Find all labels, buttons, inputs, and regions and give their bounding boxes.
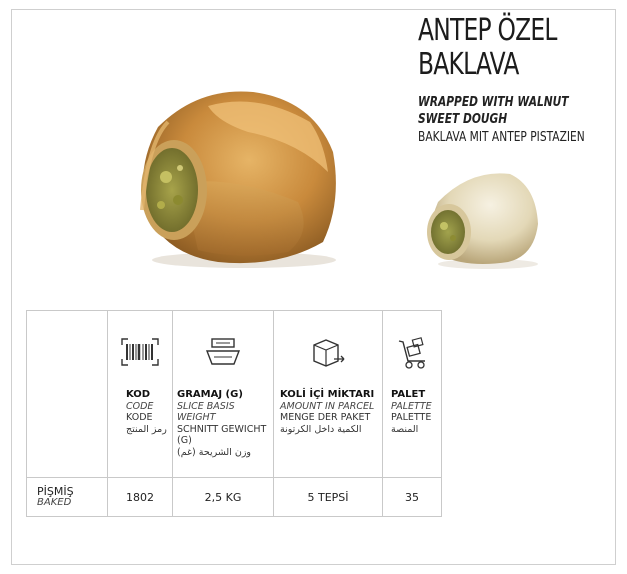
header-parcel-label: KOLİ İÇİ MİKTARI <box>280 389 375 400</box>
barcode-icon <box>120 337 160 372</box>
header-weight-text: GRAMAJ (G) SLICE BASIS WEIGHT SCHNITT GE… <box>177 389 271 458</box>
header-code-de: KODE <box>126 412 153 423</box>
box-icon <box>308 337 348 374</box>
subtitle-de: BAKLAVA MIT ANTEP PISTAZIEN <box>418 130 585 145</box>
header-weight-en: SLICE BASIS WEIGHT <box>177 400 235 424</box>
subtitle-en-1: WRAPPED WITH WALNUT <box>418 95 569 110</box>
scale-icon <box>203 337 243 372</box>
spec-table: KOD CODE KODE رمز المنتج GRAMAJ (G) SLIC… <box>26 310 442 517</box>
header-weight-ar: وزن الشريحة (غم) <box>177 446 252 458</box>
cell-weight: 2,5 KG <box>172 477 274 517</box>
table-row: PİŞMİŞ BAKED 1802 2,5 KG 5 TEPSİ 35 <box>26 477 442 517</box>
header-weight: GRAMAJ (G) SLICE BASIS WEIGHT SCHNITT GE… <box>172 310 274 478</box>
header-parcel: KOLİ İÇİ MİKTARI AMOUNT IN PARCEL MENGE … <box>273 310 383 478</box>
header-pallet-text: PALET PALETTE PALETTE المنصة <box>391 389 439 435</box>
header-code-label: KOD <box>126 389 151 400</box>
header-pallet-ar: المنصة <box>391 423 419 435</box>
baklava-large-image <box>128 82 346 270</box>
row-label-en: BAKED <box>37 497 72 508</box>
header-code-en: CODE <box>126 400 154 412</box>
row-label: PİŞMİŞ <box>37 485 74 498</box>
title-line-1: ANTEP ÖZEL <box>418 13 557 48</box>
header-parcel-de: MENGE DER PAKET <box>280 412 371 423</box>
header-parcel-text: KOLİ İÇİ MİKTARI AMOUNT IN PARCEL MENGE … <box>280 389 380 435</box>
table-header-row: KOD CODE KODE رمز المنتج GRAMAJ (G) SLIC… <box>26 310 442 478</box>
cell-pallet: 35 <box>382 477 442 517</box>
header-weight-de: SCHNITT GEWICHT (G) <box>177 423 267 447</box>
cell-parcel: 5 TEPSİ <box>273 477 383 517</box>
header-code-ar: رمز المنتج <box>126 423 167 435</box>
cell-code: 1802 <box>107 477 173 517</box>
header-pallet: PALET PALETTE PALETTE المنصة <box>382 310 442 478</box>
baklava-small-image <box>418 164 543 272</box>
header-pallet-de: PALETTE <box>391 412 432 423</box>
header-code-text: KOD CODE KODE رمز المنتج <box>126 389 170 435</box>
header-pallet-label: PALET <box>391 389 426 400</box>
header-empty-cell <box>26 310 108 478</box>
title-line-2: BAKLAVA <box>418 47 519 82</box>
header-parcel-ar: الكمية داخل الكرتونة <box>280 423 362 435</box>
header-pallet-en: PALETTE <box>391 400 432 412</box>
header-code: KOD CODE KODE رمز المنتج <box>107 310 173 478</box>
hand-truck-icon <box>395 337 429 376</box>
product-title: ANTEP ÖZEL BAKLAVA <box>418 14 557 82</box>
row-label-cell: PİŞMİŞ BAKED <box>26 477 108 517</box>
subtitle-en-2: SWEET DOUGH <box>418 112 508 127</box>
header-weight-label: GRAMAJ (G) <box>177 389 243 400</box>
header-parcel-en: AMOUNT IN PARCEL <box>280 400 375 412</box>
